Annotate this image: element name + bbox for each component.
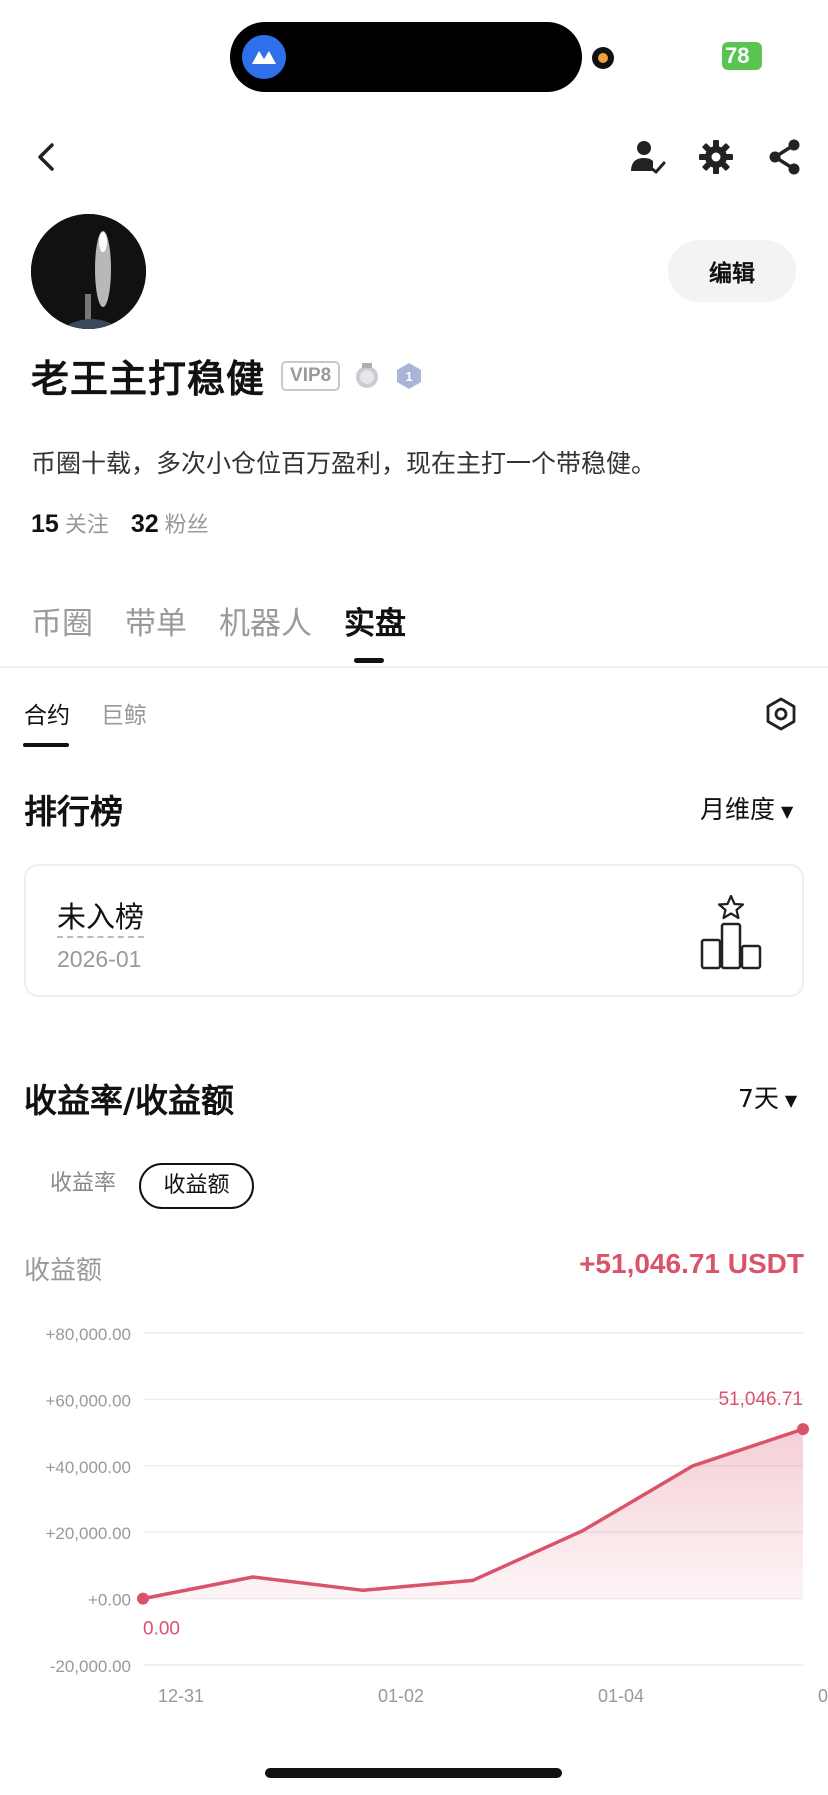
active-tab-indicator [354,658,384,663]
active-subtab-indicator [23,743,69,747]
main-tab-bar: 币圈 带单 机器人 实盘 [31,598,406,643]
podium-icon [700,894,762,970]
vip-badge: VIP8 [281,360,341,391]
x-tick-label: 01-06 [818,1686,828,1706]
x-tick-label: 12-31 [158,1686,204,1706]
caret-down-icon: ▼ [781,801,794,821]
tab-crypto-circle[interactable]: 币圈 [31,598,93,643]
y-tick-label: +60,000.00 [45,1391,131,1410]
recording-indicator-icon [592,47,614,69]
end-value-label: 51,046.71 [718,1389,803,1410]
bio-text: 币圈十载，多次小仓位百万盈利，现在主打一个带稳健。 [31,449,657,478]
y-tick-label: +80,000.00 [45,1325,131,1344]
home-indicator[interactable] [265,1768,562,1778]
silver-medal-icon [356,362,379,388]
tab-live-trading[interactable]: 实盘 [344,598,406,643]
start-point [137,1592,149,1605]
profit-chart: +80,000.00 +60,000.00 +40,000.00 +20,000.00… [45,1325,828,1706]
ranking-status: 未入榜 [57,898,145,938]
y-tick-label: +20,000.00 [45,1524,131,1543]
ranking-period-dropdown[interactable]: 月维度 ▼ [700,790,793,826]
tab-bots[interactable]: 机器人 [219,598,312,643]
x-tick-label: 01-04 [598,1686,644,1706]
end-point [797,1423,809,1436]
profit-title: 收益率/收益额 [24,1081,235,1120]
share-icon[interactable] [763,135,807,179]
subtab-contracts[interactable]: 合约 [24,696,70,730]
ranking-date: 2026-01 [57,946,142,972]
settings-gear-icon[interactable] [694,135,738,179]
username: 老王主打稳健 [31,357,266,401]
y-tick-label: +0.00 [88,1591,131,1610]
toggle-return-rate[interactable]: 收益率 [40,1163,126,1209]
ranking-card[interactable]: 未入榜 2026-01 [24,864,804,997]
ranking-period-label: 月维度 [700,795,776,824]
tab-copy-trading[interactable]: 带单 [125,598,187,643]
divider [0,666,828,668]
caret-down-icon: ▼ [784,1090,798,1110]
dynamic-island [230,22,582,92]
back-icon[interactable] [24,135,68,179]
avatar[interactable] [31,214,146,329]
edit-button[interactable]: 编辑 [668,240,796,302]
following-count[interactable]: 15 [31,510,59,539]
user-manage-icon[interactable] [624,135,668,179]
app-logo-icon [242,35,286,79]
battery-indicator: 78 [722,42,762,70]
following-label[interactable]: 关注 [65,507,109,539]
subtab-whales[interactable]: 巨鲸 [101,696,147,730]
profit-area [143,1429,803,1599]
ranking-title: 排行榜 [24,792,123,831]
followers-count[interactable]: 32 [131,510,159,539]
profit-label: 收益额 [24,1256,103,1286]
profit-value: +51,046.71 USDT [579,1248,804,1279]
start-value-label: 0.00 [143,1619,180,1640]
toggle-return-amount[interactable]: 收益额 [139,1163,254,1209]
time-range-dropdown[interactable]: 7天 ▼ [738,1079,797,1115]
x-tick-label: 01-02 [378,1686,424,1706]
y-tick-label: +40,000.00 [45,1458,131,1477]
level-badge-icon: 1 [397,362,422,389]
y-tick-label: -20,000.00 [50,1657,131,1676]
followers-label[interactable]: 粉丝 [165,507,209,539]
filter-settings-icon[interactable] [763,696,799,732]
svg-text:1: 1 [406,369,413,384]
time-range-label: 7天 [738,1084,779,1113]
